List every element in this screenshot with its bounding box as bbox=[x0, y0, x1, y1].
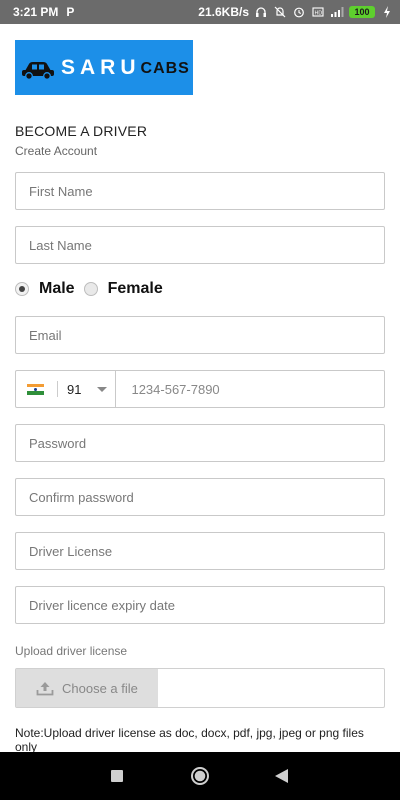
last-name-input[interactable]: Last Name bbox=[15, 226, 385, 264]
phone-input-group: 91 1234-567-7890 bbox=[15, 370, 385, 408]
country-code[interactable]: 91 bbox=[67, 382, 81, 397]
upload-icon bbox=[36, 682, 54, 696]
upload-note: Note:Upload driver license as doc, docx,… bbox=[15, 726, 364, 754]
license-expiry-input[interactable]: Driver licence expiry date bbox=[15, 586, 385, 624]
divider bbox=[57, 381, 58, 397]
register-driver-screen: 3:21 PM P 21.6KB/s HD 100 SARU CABS BECO… bbox=[0, 0, 400, 800]
first-name-input[interactable]: First Name bbox=[15, 172, 385, 210]
female-label[interactable]: Female bbox=[108, 280, 163, 298]
status-bar: 3:21 PM P 21.6KB/s HD 100 bbox=[0, 0, 400, 24]
volte-icon: HD bbox=[311, 5, 325, 19]
back-icon[interactable] bbox=[275, 769, 288, 783]
password-input[interactable]: Password bbox=[15, 424, 385, 462]
email-input[interactable]: Email bbox=[15, 316, 385, 354]
mute-icon bbox=[273, 5, 287, 19]
headphones-icon bbox=[254, 5, 268, 19]
car-icon bbox=[22, 61, 54, 80]
gender-selector: Male Female bbox=[15, 280, 163, 298]
navigation-bar bbox=[0, 752, 400, 800]
battery-indicator: 100 bbox=[349, 6, 375, 18]
choose-file-label: Choose a file bbox=[62, 680, 138, 696]
status-time: 3:21 PM bbox=[13, 5, 59, 19]
alarm-icon bbox=[292, 5, 306, 19]
page-title: BECOME A DRIVER bbox=[15, 123, 148, 139]
page-subtitle: Create Account bbox=[15, 144, 98, 158]
home-icon[interactable] bbox=[190, 766, 210, 786]
divider bbox=[115, 370, 117, 408]
upload-label: Upload driver license bbox=[15, 644, 128, 658]
recents-icon[interactable] bbox=[111, 770, 123, 782]
male-label[interactable]: Male bbox=[39, 280, 75, 298]
net-speed: 21.6KB/s bbox=[198, 5, 249, 19]
confirm-password-input[interactable]: Confirm password bbox=[15, 478, 385, 516]
phone-number-input[interactable]: 1234-567-7890 bbox=[131, 382, 219, 397]
saru-cabs-logo: SARU CABS bbox=[15, 40, 193, 95]
logo-text-saru: SARU bbox=[61, 55, 141, 79]
logo-text-cabs: CABS bbox=[140, 60, 190, 77]
signal-icon bbox=[330, 5, 344, 19]
charging-icon bbox=[380, 5, 394, 19]
chevron-down-icon[interactable] bbox=[97, 386, 108, 392]
india-flag-icon[interactable] bbox=[27, 383, 44, 395]
male-radio[interactable] bbox=[15, 282, 29, 296]
upload-field: Choose a file bbox=[15, 668, 385, 708]
female-radio[interactable] bbox=[83, 282, 98, 296]
svg-text:HD: HD bbox=[315, 11, 323, 17]
driver-license-input[interactable]: Driver License bbox=[15, 532, 385, 570]
choose-file-button[interactable]: Choose a file bbox=[16, 669, 158, 707]
app-notification-icon: P bbox=[66, 5, 75, 19]
